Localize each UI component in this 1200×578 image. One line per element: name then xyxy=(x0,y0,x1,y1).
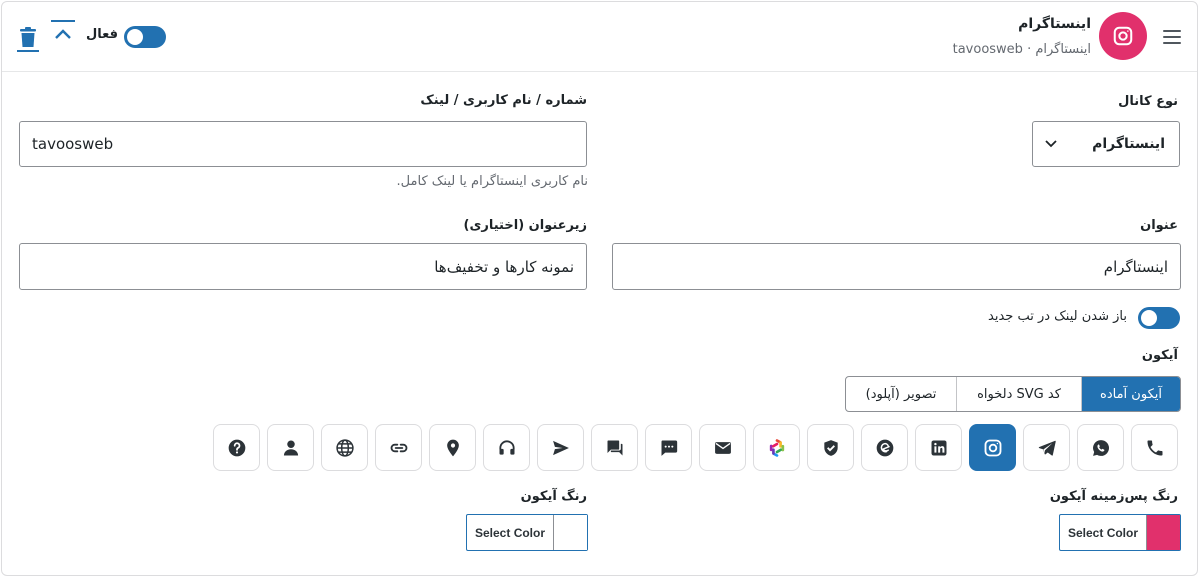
chat-icon xyxy=(607,440,622,455)
icon-color-button: Select Color xyxy=(467,515,555,550)
icon-option-location[interactable] xyxy=(429,424,476,471)
icon-option-phone[interactable] xyxy=(1131,424,1178,471)
channel-type-value: اینستاگرام xyxy=(1092,136,1165,152)
channel-card: اینستاگرام اینستاگرام · tavoosweb فعال ن… xyxy=(1,1,1198,576)
card-header: اینستاگرام اینستاگرام · tavoosweb فعال xyxy=(2,2,1197,72)
channel-title: اینستاگرام xyxy=(1018,16,1091,32)
chevron-up-icon xyxy=(55,29,71,39)
icon-color-label: رنگ آیکون xyxy=(520,489,587,504)
username-label: شماره / نام کاربری / لینک xyxy=(420,93,587,108)
sms-icon xyxy=(661,440,677,456)
active-toggle[interactable] xyxy=(124,26,166,48)
icon-option-link[interactable] xyxy=(375,424,422,471)
channel-subtitle: اینستاگرام · tavoosweb xyxy=(952,42,1091,57)
icon-section-label: آیکون xyxy=(1141,348,1178,363)
icon-option-headset[interactable] xyxy=(483,424,530,471)
username-help: نام کاربری اینستاگرام یا لینک کامل. xyxy=(396,174,588,189)
icon-option-sms[interactable] xyxy=(645,424,692,471)
linkedin-icon xyxy=(931,440,946,455)
icon-option-email[interactable] xyxy=(699,424,746,471)
icon-grid xyxy=(213,424,1178,471)
subtitle-input[interactable]: نمونه کارها و تخفیف‌ها xyxy=(19,243,587,290)
help-icon xyxy=(228,439,245,456)
eitaa-icon xyxy=(876,439,893,456)
icon-option-help[interactable] xyxy=(213,424,260,471)
username-value: tavoosweb xyxy=(32,135,114,153)
icon-source-tabs: آیکون آماده کد SVG دلخواه تصویر (آپلود) xyxy=(845,376,1181,412)
active-label: فعال xyxy=(86,27,119,42)
toggle-knob xyxy=(1141,310,1157,326)
link-icon xyxy=(390,443,407,452)
chevron-down-icon xyxy=(1045,140,1057,148)
tab-custom-svg[interactable]: کد SVG دلخواه xyxy=(956,377,1081,411)
icon-option-send[interactable] xyxy=(537,424,584,471)
email-icon xyxy=(714,441,731,454)
channel-type-label: نوع کانال xyxy=(1118,94,1178,109)
icon-option-user[interactable] xyxy=(267,424,314,471)
telegram-icon xyxy=(1038,440,1056,456)
icon-option-eitaa[interactable] xyxy=(861,424,908,471)
icon-option-telegram[interactable] xyxy=(1023,424,1070,471)
title-value: اینستاگرام xyxy=(1103,257,1168,276)
bg-color-label: رنگ پس‌زمینه آیکون xyxy=(1049,489,1178,504)
phone-icon xyxy=(1147,440,1162,455)
title-input[interactable]: اینستاگرام xyxy=(612,243,1181,290)
tab-upload-image[interactable]: تصویر (آپلود) xyxy=(846,377,956,411)
icon-color-picker[interactable]: Select Color xyxy=(466,514,588,551)
icon-color-swatch xyxy=(554,515,587,550)
tab-preset-icon[interactable]: آیکون آماده xyxy=(1081,377,1180,411)
drag-handle-icon[interactable] xyxy=(1163,30,1181,44)
send-icon xyxy=(552,440,569,455)
bg-color-swatch xyxy=(1147,515,1180,550)
subtitle-value: نمونه کارها و تخفیف‌ها xyxy=(434,257,574,276)
username-input[interactable]: tavoosweb xyxy=(19,121,587,167)
rubika-icon xyxy=(769,438,784,457)
icon-option-bale[interactable] xyxy=(807,424,854,471)
new-tab-label: باز شدن لینک در تب جدید xyxy=(988,309,1127,324)
new-tab-toggle[interactable] xyxy=(1138,307,1180,329)
trash-icon xyxy=(20,27,36,47)
bale-icon xyxy=(823,439,838,456)
instagram-icon xyxy=(984,439,1001,456)
title-label: عنوان xyxy=(1140,218,1178,233)
icon-option-globe[interactable] xyxy=(321,424,368,471)
globe-icon xyxy=(335,438,354,457)
location-icon xyxy=(446,439,459,456)
headset-icon xyxy=(498,439,515,455)
icon-option-chat[interactable] xyxy=(591,424,638,471)
subtitle-label: زیرعنوان (اختیاری) xyxy=(463,218,587,233)
whatsapp-icon xyxy=(1092,439,1109,456)
icon-option-rubika[interactable] xyxy=(753,424,800,471)
icon-option-linkedin[interactable] xyxy=(915,424,962,471)
toggle-knob xyxy=(127,29,143,45)
collapse-button[interactable] xyxy=(51,20,75,46)
icon-option-instagram[interactable] xyxy=(969,424,1016,471)
bg-color-picker[interactable]: Select Color xyxy=(1059,514,1181,551)
user-icon xyxy=(283,440,298,455)
channel-type-select[interactable]: اینستاگرام xyxy=(1032,121,1180,167)
instagram-avatar xyxy=(1099,12,1147,60)
delete-button[interactable] xyxy=(17,27,39,52)
instagram-icon xyxy=(1113,26,1133,46)
icon-option-whatsapp[interactable] xyxy=(1077,424,1124,471)
bg-color-button: Select Color xyxy=(1060,515,1148,550)
